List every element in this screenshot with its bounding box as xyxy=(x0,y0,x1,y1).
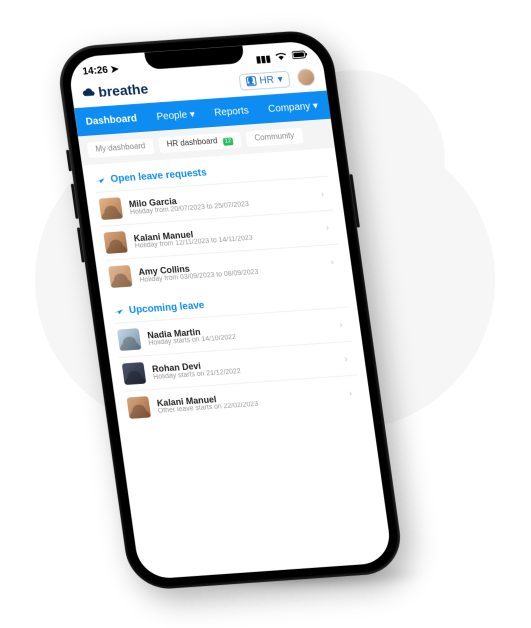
nav-tab-label: People ▾ xyxy=(156,110,196,123)
nav-tab-label: Reports xyxy=(214,106,250,119)
wifi-icon xyxy=(276,52,291,63)
cloud-icon xyxy=(81,85,97,100)
battery-icon xyxy=(292,51,309,62)
section-open-leave-requests: Open leave requests Milo Garcia Holiday … xyxy=(82,148,353,297)
status-time: 14:26 xyxy=(82,64,109,76)
section-title: Open leave requests xyxy=(110,167,207,184)
nav-tab-label: Company ▾ xyxy=(268,101,319,115)
sub-tab-my-dashboard[interactable]: My dashboard xyxy=(87,138,155,158)
nav-tab-people[interactable]: People ▾ xyxy=(146,105,207,131)
chevron-right-icon: › xyxy=(315,186,331,201)
sub-tab-hr-dashboard[interactable]: HR dashboard 12 xyxy=(158,132,242,153)
signal-icon: ▮▮▮ xyxy=(255,53,271,64)
chevron-right-icon: › xyxy=(324,254,340,269)
sub-tab-label: Community xyxy=(254,131,295,143)
plane-icon xyxy=(93,174,106,186)
avatar xyxy=(108,265,133,288)
caret-down-icon: ▾ xyxy=(277,74,283,85)
chevron-right-icon: › xyxy=(338,351,354,366)
nav-tab-company[interactable]: Company ▾ xyxy=(257,96,329,123)
avatar xyxy=(99,197,124,220)
sub-tab-community[interactable]: Community xyxy=(246,128,304,147)
brand-logo[interactable]: breathe xyxy=(81,81,149,101)
avatar xyxy=(103,231,128,254)
section-title: Upcoming leave xyxy=(128,300,205,316)
role-selector-label: HR xyxy=(259,74,275,86)
chevron-right-icon: › xyxy=(333,318,349,333)
chevron-right-icon: › xyxy=(319,220,335,235)
sub-tab-badge: 12 xyxy=(222,137,234,145)
profile-avatar[interactable] xyxy=(296,68,316,87)
nav-tab-label: Dashboard xyxy=(85,114,138,128)
sub-tab-label: My dashboard xyxy=(95,142,146,154)
sub-tab-label: HR dashboard xyxy=(166,136,218,148)
nav-tab-reports[interactable]: Reports xyxy=(203,101,260,127)
chevron-right-icon: › xyxy=(343,385,359,400)
brand-name: breathe xyxy=(97,81,149,100)
location-arrow-icon: ➤ xyxy=(110,64,120,75)
person-icon: 👤 xyxy=(245,76,256,86)
role-selector[interactable]: 👤 HR ▾ xyxy=(238,70,291,90)
avatar xyxy=(117,328,142,351)
avatar xyxy=(122,362,147,385)
avatar xyxy=(127,396,152,419)
section-upcoming-leave: Upcoming leave Nadia Martin Holiday star… xyxy=(100,279,371,428)
plane-icon xyxy=(112,305,125,317)
